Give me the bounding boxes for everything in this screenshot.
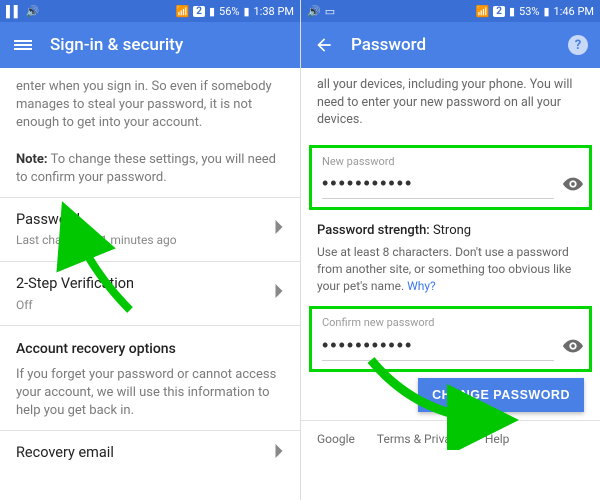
- help-icon[interactable]: ?: [568, 35, 588, 55]
- notification-icon: ▭: [325, 5, 335, 18]
- page-title: Password: [351, 35, 552, 55]
- content: all your devices, including your phone. …: [301, 68, 600, 500]
- sim-badge: 2: [493, 6, 505, 17]
- status-bar: 🔊 ▭ 📶 2 ▮ 53% ▮ 1:46 PM: [301, 0, 600, 22]
- new-password-label: New password: [322, 154, 579, 169]
- new-password-input[interactable]: [322, 169, 554, 199]
- two-step-row-title: 2-Step Verification: [16, 274, 134, 294]
- footer-links: Google Terms & Privacy Help: [301, 420, 600, 458]
- two-step-row[interactable]: 2-Step Verification Off: [0, 262, 300, 326]
- battery-icon: ▮: [243, 5, 249, 18]
- intro-text: all your devices, including your phone. …: [301, 68, 600, 141]
- password-row[interactable]: Password Last changed: 21 minutes ago: [0, 197, 300, 262]
- app-bar: Sign-in & security: [0, 22, 300, 68]
- back-icon[interactable]: [313, 34, 335, 56]
- intro-text: enter when you sign in. So even if someb…: [0, 68, 300, 197]
- password-row-sub: Last changed: 21 minutes ago: [16, 232, 177, 249]
- battery-text: 53%: [519, 5, 539, 18]
- battery-text: 56%: [219, 5, 239, 18]
- status-bar: ▌▌ 🔊 📶 2 ▮ 56% ▮ 1:38 PM: [0, 0, 300, 22]
- eye-icon[interactable]: [562, 334, 584, 358]
- notification-icon: ▌▌: [6, 5, 22, 18]
- recovery-email-row[interactable]: Recovery email: [0, 430, 300, 475]
- footer-google-link[interactable]: Google: [317, 431, 355, 448]
- page-title: Sign-in & security: [50, 35, 288, 55]
- volume-icon: 🔊: [26, 5, 40, 18]
- password-row-title: Password: [16, 210, 177, 230]
- recovery-email-title: Recovery email: [16, 443, 114, 463]
- account-recovery-body: If you forget your password or cannot ac…: [0, 366, 300, 431]
- password-strength: Password strength: Strong: [301, 214, 600, 242]
- password-tips: Use at least 8 characters. Don't use a p…: [301, 242, 600, 302]
- eye-icon[interactable]: [562, 172, 584, 196]
- footer-terms-link[interactable]: Terms & Privacy: [377, 431, 463, 448]
- chevron-right-icon: [274, 220, 284, 240]
- confirm-password-box: Confirm new password: [309, 306, 592, 371]
- screen-password: 🔊 ▭ 📶 2 ▮ 53% ▮ 1:46 PM Password ? all y…: [300, 0, 600, 500]
- footer-help-link[interactable]: Help: [485, 431, 510, 448]
- signal-icon: ▮: [509, 5, 515, 18]
- new-password-box: New password: [309, 145, 592, 210]
- wifi-icon: 📶: [176, 5, 190, 18]
- confirm-password-label: Confirm new password: [322, 315, 579, 330]
- clock: 1:46 PM: [554, 5, 594, 18]
- account-recovery-title: Account recovery options: [0, 326, 300, 366]
- chevron-right-icon: [274, 444, 284, 464]
- change-password-button[interactable]: CHANGE PASSWORD: [418, 378, 584, 412]
- confirm-password-input[interactable]: [322, 331, 554, 361]
- signal-icon: ▮: [209, 5, 215, 18]
- two-step-row-sub: Off: [16, 297, 134, 314]
- content: enter when you sign in. So even if someb…: [0, 68, 300, 500]
- battery-icon: ▮: [543, 5, 549, 18]
- menu-icon[interactable]: [12, 34, 34, 56]
- volume-icon: 🔊: [307, 5, 321, 18]
- clock: 1:38 PM: [254, 5, 294, 18]
- app-bar: Password ?: [301, 22, 600, 68]
- wifi-icon: 📶: [476, 5, 490, 18]
- screen-signin-security: ▌▌ 🔊 📶 2 ▮ 56% ▮ 1:38 PM Sign-in & secur…: [0, 0, 300, 500]
- why-link[interactable]: Why?: [407, 279, 436, 293]
- sim-badge: 2: [193, 6, 205, 17]
- chevron-right-icon: [274, 284, 284, 304]
